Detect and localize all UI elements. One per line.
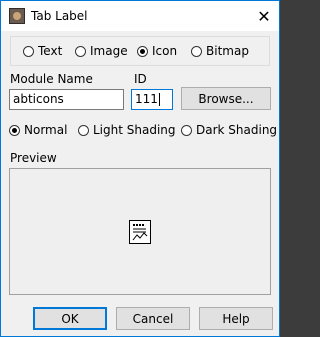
radio-circle <box>78 124 89 136</box>
radio-bitmap[interactable]: Bitmap <box>191 44 249 58</box>
id-input[interactable]: 111 <box>131 89 173 110</box>
radio-circle <box>23 45 34 57</box>
radio-circle-selected <box>137 45 148 57</box>
module-name-input[interactable]: abticons <box>9 89 124 110</box>
document-chart-icon <box>129 220 151 244</box>
preview-label: Preview <box>10 151 57 165</box>
tab-label-dialog: Tab Label ✕ Text Image Icon Bitmap Modul… <box>0 0 280 337</box>
module-name-label: Module Name <box>10 72 93 86</box>
radio-dark-shading[interactable]: Dark Shading <box>181 123 277 137</box>
browse-button[interactable]: Browse... <box>181 87 271 110</box>
label-type-group: Text Image Icon Bitmap <box>10 36 270 66</box>
radio-light-shading[interactable]: Light Shading <box>78 123 176 137</box>
radio-image-label: Image <box>90 44 128 58</box>
radio-icon[interactable]: Icon <box>137 44 177 58</box>
help-button[interactable]: Help <box>199 307 273 330</box>
radio-circle <box>181 124 192 136</box>
radio-text[interactable]: Text <box>23 44 62 58</box>
ok-button[interactable]: OK <box>33 307 107 330</box>
radio-normal[interactable]: Normal <box>9 123 67 137</box>
id-value: 111 <box>135 92 158 106</box>
app-icon <box>9 8 25 24</box>
title-bar[interactable]: Tab Label ✕ <box>1 1 279 31</box>
radio-dark-label: Dark Shading <box>196 123 278 137</box>
text-caret <box>158 93 160 106</box>
preview-pane <box>9 168 271 295</box>
radio-circle <box>191 45 202 57</box>
close-button[interactable]: ✕ <box>249 1 279 31</box>
close-icon: ✕ <box>257 6 271 26</box>
radio-light-label: Light Shading <box>93 123 176 137</box>
module-name-value: abticons <box>13 92 64 106</box>
radio-bitmap-label: Bitmap <box>206 44 249 58</box>
radio-circle <box>75 45 86 57</box>
dialog-title: Tab Label <box>31 9 88 23</box>
radio-circle-selected <box>9 124 20 136</box>
id-label: ID <box>134 72 147 86</box>
radio-text-label: Text <box>38 44 63 58</box>
radio-image[interactable]: Image <box>75 44 128 58</box>
cancel-button[interactable]: Cancel <box>116 307 190 330</box>
radio-normal-label: Normal <box>24 123 68 137</box>
radio-icon-label: Icon <box>152 44 178 58</box>
